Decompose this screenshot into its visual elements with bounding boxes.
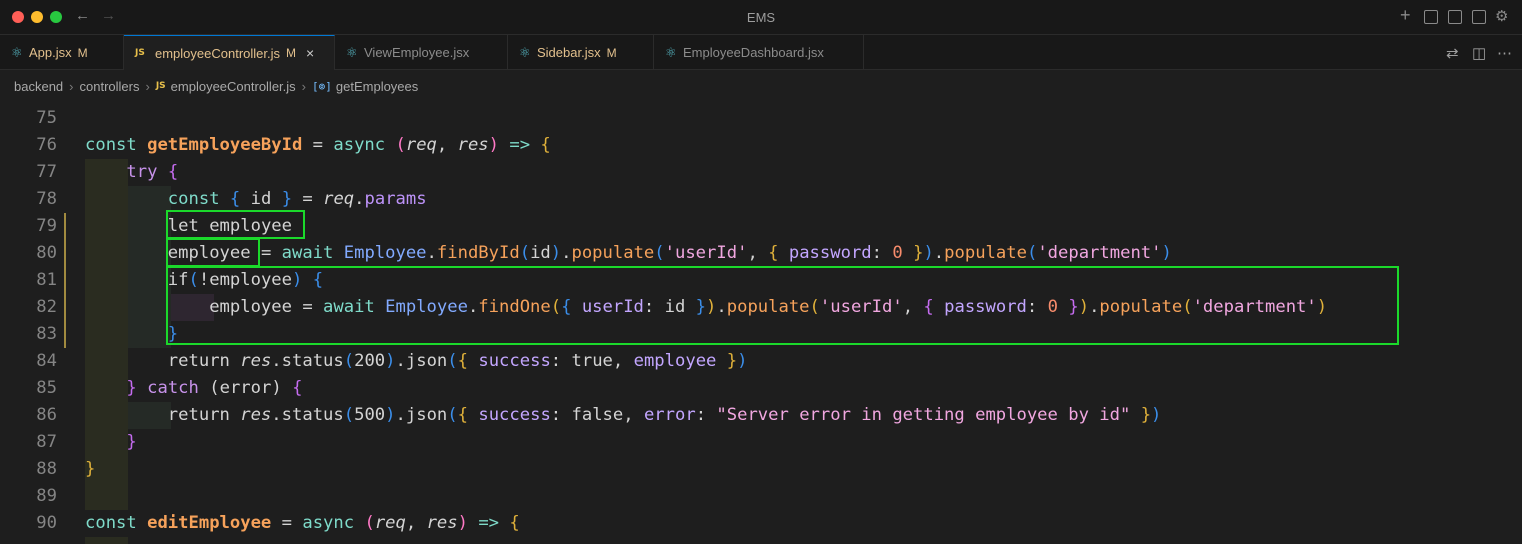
settings-gear-icon[interactable]: ⚙ [1495,7,1508,25]
react-icon: ⚛ [346,44,358,60]
code-text: try { [126,162,179,182]
tab-label: ViewEmployee.jsx [364,45,470,60]
tab-employee-controller-js[interactable]: JS employeeController.js M × [124,35,335,70]
code-text: const { id } = req.params [167,189,427,209]
react-icon: ⚛ [519,44,531,60]
js-icon: JS [135,48,145,58]
code-line: 90 const editEmployee = async (req, res)… [0,510,1522,537]
code-text: } [167,324,179,344]
line-number: 75 [36,108,57,128]
chevron-right-icon: › [69,78,74,94]
code-line: 84 return res.status(200).json({ success… [0,348,1522,375]
resize-corner-icon [1512,530,1520,544]
compare-changes-icon[interactable]: ⇄ [1446,44,1459,62]
breadcrumb-folder-backend[interactable]: backend [14,79,63,94]
line-number: 77 [36,162,57,182]
highlight-box-let-employee [166,210,305,239]
code-text: return res.status(500).json({ success: f… [167,405,1162,425]
breadcrumb-symbol[interactable]: getEmployees [336,79,418,94]
line-number: 86 [36,405,57,425]
line-number: 82 [36,297,57,317]
line-number: 88 [36,459,57,479]
breadcrumb-file[interactable]: employeeController.js [171,79,296,94]
chevron-right-icon: › [301,78,307,94]
modified-badge: M [606,45,617,60]
code-line: 86 return res.status(500).json({ success… [0,402,1522,429]
line-number: 90 [36,513,57,533]
code-text: } [85,459,96,479]
tab-label: employeeController.js [155,45,281,61]
tab-employee-dashboard-jsx[interactable]: ⚛ EmployeeDashboard.jsx [654,35,864,70]
react-icon: ⚛ [11,44,23,60]
tab-sidebar-jsx[interactable]: ⚛ Sidebar.jsx M [508,35,654,70]
line-number: 79 [36,216,57,236]
title-bar: ← → EMS + ⚙ [0,0,1522,35]
breadcrumb-folder-controllers[interactable]: controllers [80,79,140,94]
react-icon: ⚛ [665,44,677,60]
code-line: 77 try { [0,159,1522,186]
tab-label: App.jsx [29,45,72,60]
toggle-primary-sidebar-icon[interactable] [1424,10,1438,24]
line-number: 89 [36,486,57,506]
toggle-secondary-sidebar-icon[interactable] [1472,10,1486,24]
line-number: 83 [36,324,57,344]
line-number: 78 [36,189,57,209]
code-text: const editEmployee = async (req, res) =>… [85,513,520,533]
line-number: 87 [36,432,57,452]
code-line: 85 } catch (error) { [0,375,1522,402]
line-number: 85 [36,378,57,398]
modified-badge: M [77,45,88,60]
window-title: EMS [746,10,776,25]
code-line: 88 } [0,456,1522,483]
code-line: 89 [0,483,1522,510]
js-icon: JS [155,81,166,91]
new-window-icon[interactable]: + [1400,5,1411,26]
code-line: 78 const { id } = req.params [0,186,1522,213]
tab-label: Sidebar.jsx [537,45,601,60]
line-number: 81 [36,270,57,290]
code-text: } [126,432,137,452]
tab-view-employee-jsx[interactable]: ⚛ ViewEmployee.jsx [335,35,508,70]
highlight-box-employee-assignment [166,238,260,267]
editor-tab-bar: ⚛ App.jsx M JS employeeController.js M ×… [0,35,1522,70]
toggle-panel-icon[interactable] [1448,10,1462,24]
line-number: 84 [36,351,57,371]
code-text: return res.status(200).json({ success: t… [167,351,748,371]
symbol-function-icon: [⊚] [312,79,332,93]
code-text: } catch (error) { [126,378,303,398]
chevron-right-icon: › [145,78,150,94]
code-line: 75 [0,105,1522,132]
code-line: 76 const getEmployeeById = async (req, r… [0,132,1522,159]
indent-guide [85,537,128,544]
line-number: 76 [36,135,57,155]
highlight-box-if-block [166,266,1399,345]
tab-app-jsx[interactable]: ⚛ App.jsx M [0,35,124,70]
breadcrumb: backend › controllers › JS employeeContr… [0,71,1522,101]
close-tab-icon[interactable]: × [306,45,314,61]
code-line: 87 } [0,429,1522,456]
more-actions-icon[interactable]: ⋯ [1497,44,1512,62]
modified-badge: M [286,46,297,60]
line-number: 80 [36,243,57,263]
tab-label: EmployeeDashboard.jsx [683,45,824,60]
code-editor[interactable]: 75 76 const getEmployeeById = async (req… [0,105,1522,544]
code-text: const getEmployeeById = async (req, res)… [85,135,551,155]
split-editor-icon[interactable]: ◫ [1472,44,1486,62]
